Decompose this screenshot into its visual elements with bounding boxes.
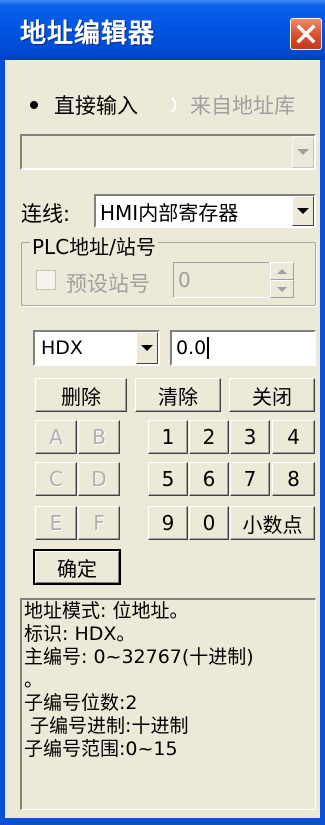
- key-a[interactable]: A: [35, 420, 77, 454]
- address-input-value: 0.0: [176, 337, 207, 359]
- preset-station-label: 预设站号: [66, 272, 150, 296]
- address-info-panel: 地址模式: 位地址。 标识: HDX。 主编号: 0~32767(十进制) 。 …: [20, 598, 316, 810]
- info-line: 主编号: 0~32767(十进制): [24, 646, 254, 668]
- plc-group-label: PLC地址/站号: [30, 231, 158, 260]
- ok-button[interactable]: 确定: [33, 549, 121, 585]
- key-b[interactable]: B: [78, 420, 120, 454]
- delete-button[interactable]: 删除: [35, 378, 127, 412]
- key-3[interactable]: 3: [230, 420, 270, 454]
- info-line: 子编号范围:0~15: [24, 738, 178, 760]
- chevron-down-icon[interactable]: [292, 196, 314, 226]
- key-f[interactable]: F: [78, 506, 120, 540]
- info-line: 子编号位数:2: [24, 692, 138, 714]
- key-c[interactable]: C: [35, 462, 77, 496]
- close-button[interactable]: [290, 18, 322, 50]
- close-icon: [296, 24, 316, 44]
- address-library-select[interactable]: [20, 134, 316, 170]
- radio-address-library[interactable]: 来自地址库: [168, 90, 295, 120]
- decimal-point-button[interactable]: 小数点: [230, 506, 315, 540]
- key-5[interactable]: 5: [148, 462, 188, 496]
- info-line: 标识: HDX。: [24, 623, 136, 645]
- radio-direct-input[interactable]: 直接输入: [26, 90, 138, 120]
- radio-selected-icon: [26, 97, 42, 113]
- clear-button[interactable]: 清除: [135, 378, 221, 412]
- key-d[interactable]: D: [78, 462, 120, 496]
- key-9[interactable]: 9: [148, 506, 188, 540]
- connection-label: 连线:: [21, 202, 71, 226]
- radio-unselected-icon: [171, 97, 177, 113]
- key-1[interactable]: 1: [148, 420, 188, 454]
- info-line: 。: [24, 669, 44, 691]
- key-e[interactable]: E: [35, 506, 77, 540]
- key-6[interactable]: 6: [189, 462, 229, 496]
- arrow-up-icon: [277, 268, 287, 274]
- key-7[interactable]: 7: [230, 462, 270, 496]
- window-frame-right: [320, 60, 325, 825]
- window-frame-bottom: [0, 818, 325, 825]
- radio-direct-input-label: 直接输入: [54, 94, 138, 118]
- address-type-select[interactable]: HDX: [33, 330, 160, 366]
- key-4[interactable]: 4: [272, 420, 315, 454]
- chevron-down-icon[interactable]: [136, 332, 158, 364]
- info-line: 地址模式: 位地址。: [24, 600, 189, 622]
- spin-down-button[interactable]: [270, 280, 294, 298]
- text-cursor: [207, 337, 210, 359]
- preset-station-checkbox[interactable]: [36, 270, 56, 290]
- key-0[interactable]: 0: [189, 506, 229, 540]
- address-type-value: HDX: [41, 337, 83, 359]
- radio-address-library-label: 来自地址库: [190, 94, 295, 118]
- key-2[interactable]: 2: [189, 420, 229, 454]
- station-number-input[interactable]: 0: [173, 262, 269, 298]
- station-number-value: 0: [178, 268, 191, 292]
- key-8[interactable]: 8: [272, 462, 315, 496]
- window-title: 地址编辑器: [20, 19, 156, 49]
- chevron-down-icon[interactable]: [292, 136, 314, 168]
- connection-select-value: HMI内部寄存器: [100, 200, 239, 225]
- info-line: 子编号进制:十进制: [24, 715, 189, 737]
- connection-select[interactable]: HMI内部寄存器: [94, 194, 316, 228]
- window-frame-left: [0, 60, 5, 825]
- address-input[interactable]: 0.0: [170, 330, 316, 366]
- spin-up-button[interactable]: [270, 262, 294, 280]
- arrow-down-icon: [277, 286, 287, 292]
- close-dialog-button[interactable]: 关闭: [229, 378, 315, 412]
